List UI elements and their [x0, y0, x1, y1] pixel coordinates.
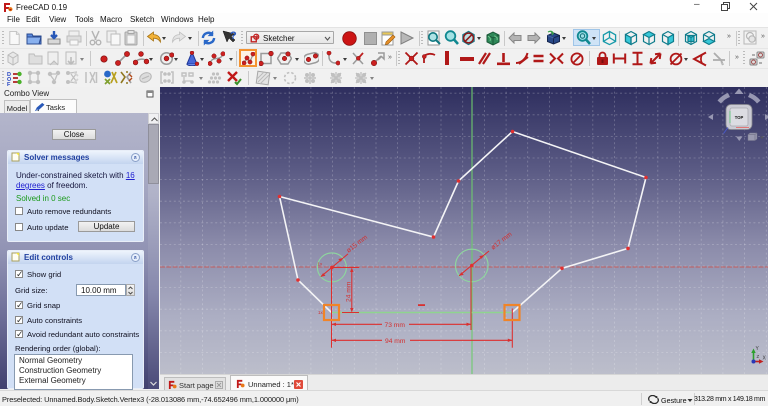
svg-text:?: ? [230, 30, 237, 42]
svg-text:Z: Z [757, 354, 760, 359]
svg-text:1x: 1x [318, 262, 324, 267]
svg-text:73 mm: 73 mm [385, 322, 406, 329]
svg-text:TOP: TOP [735, 115, 744, 120]
svg-text:24 mm: 24 mm [346, 281, 353, 302]
svg-text:94 mm: 94 mm [385, 338, 406, 345]
svg-text:1x: 1x [318, 310, 324, 315]
